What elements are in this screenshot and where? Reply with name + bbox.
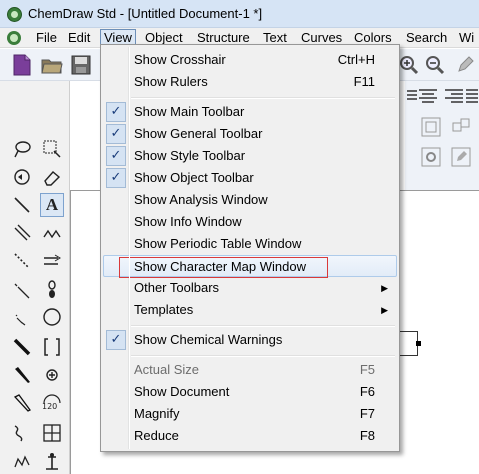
menu-separator bbox=[131, 355, 395, 357]
rotate-icon[interactable] bbox=[10, 165, 34, 189]
menu-item-show-periodic-table-window[interactable]: Show Periodic Table Window bbox=[103, 233, 397, 255]
dashed-bond-icon[interactable] bbox=[10, 249, 34, 273]
template-icon[interactable] bbox=[40, 449, 64, 473]
group-object-icon[interactable] bbox=[419, 116, 443, 138]
wavy-bond-icon[interactable] bbox=[10, 421, 34, 445]
hashed-wedge-icon[interactable] bbox=[10, 305, 34, 329]
menu-item-show-analysis-window[interactable]: Show Analysis Window bbox=[103, 189, 397, 211]
menu-item-show-style-toolbar[interactable]: ✓ Show Style Toolbar bbox=[103, 145, 397, 167]
single-bond-icon[interactable] bbox=[10, 193, 34, 217]
menu-item-show-general-toolbar[interactable]: ✓ Show General Toolbar bbox=[103, 123, 397, 145]
menu-item-templates[interactable]: Templates ▶ bbox=[103, 299, 397, 321]
open-folder-icon[interactable] bbox=[40, 53, 64, 77]
submenu-arrow-icon: ▶ bbox=[381, 283, 388, 293]
text-tool-icon[interactable]: A bbox=[40, 193, 64, 217]
align-center-icon[interactable] bbox=[417, 86, 439, 106]
hashed-bond-icon[interactable] bbox=[10, 277, 34, 301]
submenu-arrow-icon: ▶ bbox=[381, 305, 388, 315]
checkmark-icon: ✓ bbox=[106, 146, 126, 166]
menu-item-show-info-window[interactable]: Show Info Window bbox=[103, 211, 397, 233]
acyclic-chain-icon[interactable] bbox=[40, 221, 64, 245]
checkmark-icon: ✓ bbox=[106, 168, 126, 188]
menu-item-show-main-toolbar[interactable]: ✓ Show Main Toolbar bbox=[103, 101, 397, 123]
marquee-icon[interactable] bbox=[40, 137, 64, 161]
checkmark-icon: ✓ bbox=[106, 124, 126, 144]
menu-item-reduce[interactable]: Reduce F8 bbox=[103, 425, 397, 447]
menu-item-show-document[interactable]: Show Document F6 bbox=[103, 381, 397, 403]
numbering-icon[interactable]: 120 bbox=[40, 391, 64, 415]
menu-item-show-chemical-warnings[interactable]: ✓ Show Chemical Warnings bbox=[103, 329, 397, 351]
style-toolbar bbox=[405, 81, 479, 191]
menu-file[interactable]: File bbox=[33, 29, 60, 47]
hollow-wedge-icon[interactable] bbox=[10, 391, 34, 415]
object-edit-icon[interactable] bbox=[449, 146, 473, 168]
charge-icon[interactable] bbox=[40, 363, 64, 387]
bold-bond-icon[interactable] bbox=[10, 335, 34, 359]
menu-separator bbox=[131, 97, 395, 99]
new-document-icon[interactable] bbox=[12, 53, 32, 77]
double-bond-icon[interactable] bbox=[10, 221, 34, 245]
object-settings-icon[interactable] bbox=[419, 146, 443, 168]
chemdraw-logo-icon bbox=[7, 7, 22, 22]
title-bar: ChemDraw Std - [Untitled Document-1 *] bbox=[0, 0, 479, 28]
menu-item-other-toolbars[interactable]: Other Toolbars ▶ bbox=[103, 277, 397, 299]
orbital-icon[interactable] bbox=[40, 277, 64, 301]
menu-item-actual-size[interactable]: Actual Size F5 bbox=[103, 359, 397, 381]
align-justify-icon[interactable] bbox=[465, 86, 479, 106]
highlight-annotation-box bbox=[119, 257, 328, 278]
menu-item-show-rulers[interactable]: Show Rulers F11 bbox=[103, 71, 397, 93]
selection-handle[interactable] bbox=[416, 341, 421, 346]
pen-tool-icon[interactable] bbox=[454, 53, 476, 77]
align-right-icon[interactable] bbox=[443, 86, 465, 106]
menu-search[interactable]: Search bbox=[403, 29, 450, 47]
menu-item-show-crosshair[interactable]: Show Crosshair Ctrl+H bbox=[103, 49, 397, 71]
checkmark-icon: ✓ bbox=[106, 102, 126, 122]
lasso-icon[interactable] bbox=[10, 137, 34, 161]
arrow-tool-icon[interactable] bbox=[40, 249, 64, 273]
menu-item-magnify[interactable]: Magnify F7 bbox=[103, 403, 397, 425]
zoom-out-icon[interactable] bbox=[424, 53, 446, 77]
zoom-in-icon[interactable] bbox=[398, 53, 420, 77]
ring-chain-icon[interactable] bbox=[10, 449, 34, 473]
bracket-icon[interactable] bbox=[40, 335, 64, 359]
wedge-bond-icon[interactable] bbox=[10, 363, 34, 387]
menu-item-show-object-toolbar[interactable]: ✓ Show Object Toolbar bbox=[103, 167, 397, 189]
menu-window[interactable]: Wi bbox=[456, 29, 477, 47]
view-menu-dropdown: Show Crosshair Ctrl+H Show Rulers F11 ✓ … bbox=[100, 44, 400, 452]
menu-separator bbox=[131, 325, 395, 327]
ungroup-object-icon[interactable] bbox=[449, 116, 473, 138]
tool-palette: A 120 bbox=[0, 81, 70, 474]
checkmark-icon: ✓ bbox=[106, 330, 126, 350]
document-menu-icon[interactable] bbox=[7, 31, 21, 45]
menu-edit[interactable]: Edit bbox=[65, 29, 93, 47]
window-title: ChemDraw Std - [Untitled Document-1 *] bbox=[28, 6, 263, 21]
table-icon[interactable] bbox=[40, 421, 64, 445]
save-disk-icon[interactable] bbox=[70, 53, 92, 77]
eraser-icon[interactable] bbox=[40, 165, 64, 189]
menu-item-show-character-map-window[interactable]: Show Character Map Window bbox=[103, 255, 397, 278]
circle-shape-icon[interactable] bbox=[40, 305, 64, 329]
